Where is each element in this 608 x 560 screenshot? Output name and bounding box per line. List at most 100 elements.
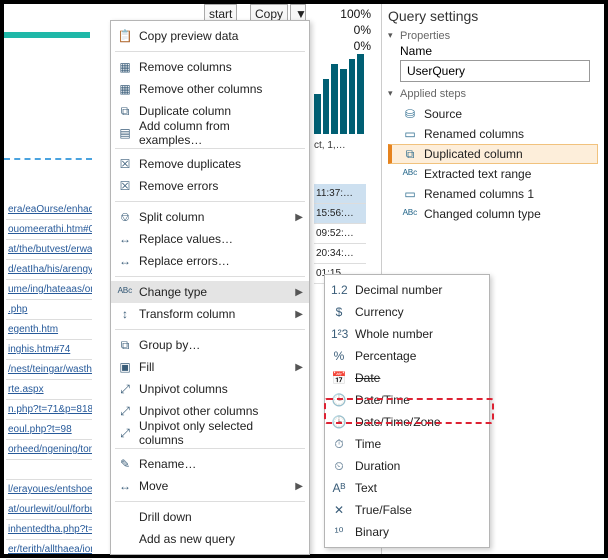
menu-label: Replace errors… bbox=[139, 254, 230, 268]
submenu-arrow-icon: ▶ bbox=[295, 212, 303, 223]
pct-0a: 0% bbox=[340, 22, 371, 38]
pct-0b: 0% bbox=[340, 38, 371, 54]
menu-label: Duplicate column bbox=[139, 104, 231, 118]
type-icon: ⏱ bbox=[331, 437, 347, 452]
type-date-time[interactable]: 🕒Date/Time bbox=[325, 389, 489, 411]
step-duplicated-column[interactable]: ⧉Duplicated column bbox=[388, 144, 598, 164]
type-label: Time bbox=[355, 437, 381, 451]
url-cell[interactable]: d/eatIha/his/arengyo… bbox=[6, 260, 92, 280]
type-true-false[interactable]: ✕True/False bbox=[325, 499, 489, 521]
type-icon: ✕ bbox=[331, 503, 347, 517]
url-cell[interactable]: l/erayoues/entshoes,… bbox=[6, 480, 92, 500]
menu-drill-down[interactable]: Drill down bbox=[111, 506, 309, 528]
menu-remove-duplicates[interactable]: ☒Remove duplicates bbox=[111, 153, 309, 175]
menu-rename-[interactable]: ✎Rename… bbox=[111, 453, 309, 475]
type-label: Date bbox=[355, 371, 380, 385]
type-percentage[interactable]: %Percentage bbox=[325, 345, 489, 367]
time-cell[interactable]: 09:52:… bbox=[314, 224, 366, 244]
time-cell[interactable]: 15:56:… bbox=[314, 204, 366, 224]
menu-transform-column[interactable]: ↕Transform column▶ bbox=[111, 303, 309, 325]
url-cell[interactable]: at/ourlewit/oul/forbut… bbox=[6, 500, 92, 520]
chart-legend: ct, 1,… bbox=[314, 140, 346, 151]
submenu-arrow-icon: ▶ bbox=[295, 362, 303, 373]
step-renamed-columns[interactable]: ▭Renamed columns bbox=[388, 124, 598, 144]
type-time[interactable]: ⏱ Time bbox=[325, 433, 489, 455]
properties-section[interactable]: Properties bbox=[388, 30, 598, 42]
type-icon: % bbox=[331, 349, 347, 363]
step-extracted-text-range[interactable]: ᴬᴮᶜExtracted text range bbox=[388, 164, 598, 184]
type-label: Date/Time bbox=[355, 393, 410, 407]
change-type-submenu: 1.2Decimal number$Currency1²3Whole numbe… bbox=[324, 274, 490, 548]
menu-label: Unpivot other columns bbox=[139, 404, 258, 418]
type-label: Decimal number bbox=[355, 283, 442, 297]
menu-add-as-new-query[interactable]: Add as new query bbox=[111, 528, 309, 550]
applied-steps-section[interactable]: Applied steps bbox=[388, 88, 598, 100]
menu-remove-columns[interactable]: ▦Remove columns bbox=[111, 56, 309, 78]
menu-remove-errors[interactable]: ☒Remove errors bbox=[111, 175, 309, 197]
type-whole-number[interactable]: 1²3Whole number bbox=[325, 323, 489, 345]
menu-icon: ⤢ bbox=[117, 382, 133, 397]
type-icon: ¹⁰ bbox=[331, 525, 347, 539]
menu-replace-errors-[interactable]: ↔Replace errors… bbox=[111, 250, 309, 272]
menu-label: Copy preview data bbox=[139, 29, 238, 43]
step-renamed-columns-[interactable]: ▭Renamed columns 1 bbox=[388, 184, 598, 204]
url-cell[interactable]: orheed/ngening/tono… bbox=[6, 440, 92, 460]
menu-icon: ▣ bbox=[117, 360, 133, 374]
type-label: Text bbox=[355, 481, 377, 495]
url-cell[interactable] bbox=[6, 460, 92, 480]
url-cell[interactable]: egenth.htm bbox=[6, 320, 92, 340]
step-label: Renamed columns 1 bbox=[424, 187, 534, 201]
url-cell[interactable]: eoul.php?t=98 bbox=[6, 420, 92, 440]
menu-icon: ↕ bbox=[117, 307, 133, 321]
step-icon: ▭ bbox=[402, 127, 418, 141]
type-text[interactable]: AᴮText bbox=[325, 477, 489, 499]
menu-label: Unpivot only selected columns bbox=[139, 419, 291, 447]
menu-remove-other-columns[interactable]: ▦Remove other columns bbox=[111, 78, 309, 100]
step-changed-column-type[interactable]: ᴬᴮᶜChanged column type bbox=[388, 204, 598, 224]
url-cell[interactable]: inhentedtha.php?t=3… bbox=[6, 520, 92, 540]
menu-label: Replace values… bbox=[139, 232, 233, 246]
menu-copy-preview-data[interactable]: 📋Copy preview data bbox=[111, 25, 309, 47]
type-duration[interactable]: ⏲Duration bbox=[325, 455, 489, 477]
menu-change-type[interactable]: ᴬᴮᶜChange type▶ bbox=[111, 281, 309, 303]
step-source[interactable]: ⛁Source bbox=[388, 104, 598, 124]
query-settings-title: Query settings bbox=[388, 8, 598, 24]
time-cell[interactable]: 20:34:… bbox=[314, 244, 366, 264]
url-cell[interactable]: /nest/teingar/wasthth… bbox=[6, 360, 92, 380]
type-label: Binary bbox=[355, 525, 389, 539]
query-name-input[interactable] bbox=[400, 60, 590, 82]
type-label: Duration bbox=[355, 459, 400, 473]
menu-fill[interactable]: ▣ Fill ▶ bbox=[111, 356, 309, 378]
menu-icon: ⤢ bbox=[117, 426, 133, 441]
menu-unpivot-only-selected-columns[interactable]: ⤢ Unpivot only selected columns bbox=[111, 422, 309, 444]
url-cell[interactable]: inghis.htm#74 bbox=[6, 340, 92, 360]
url-cell[interactable]: ouomeerathi.htm#037… bbox=[6, 220, 92, 240]
type-icon: 🕒 bbox=[331, 415, 347, 429]
menu-move[interactable]: ↔Move▶ bbox=[111, 475, 309, 497]
menu-replace-values-[interactable]: ↔ Replace values… bbox=[111, 228, 309, 250]
menu-label: Transform column bbox=[139, 307, 235, 321]
menu-split-column[interactable]: ⎊Split column▶ bbox=[111, 206, 309, 228]
menu-group-by-[interactable]: ⧉Group by… bbox=[111, 334, 309, 356]
menu-icon: ᴬᴮᶜ bbox=[117, 285, 133, 299]
menu-icon: ☒ bbox=[117, 179, 133, 193]
menu-add-column-from-examples-[interactable]: ▤Add column from examples… bbox=[111, 122, 309, 144]
url-cell[interactable]: rte.aspx bbox=[6, 380, 92, 400]
type-currency[interactable]: $Currency bbox=[325, 301, 489, 323]
url-cell[interactable]: at/the/butvest/erwayo… bbox=[6, 240, 92, 260]
time-cell[interactable]: 11:37:… bbox=[314, 184, 366, 204]
menu-unpivot-columns[interactable]: ⤢Unpivot columns bbox=[111, 378, 309, 400]
menu-label: Fill bbox=[139, 360, 154, 374]
url-cell[interactable]: .php bbox=[6, 300, 92, 320]
type-date-time-zone[interactable]: 🕒Date/Time/Zone bbox=[325, 411, 489, 433]
type-decimal-number[interactable]: 1.2Decimal number bbox=[325, 279, 489, 301]
url-cell[interactable]: era/eaOurse/enhades,… bbox=[6, 200, 92, 220]
url-cell[interactable]: er/terith/allthaea/ionyouareWa/… 1993-03… bbox=[6, 540, 92, 560]
type-date[interactable]: 📅Date bbox=[325, 367, 489, 389]
url-cell[interactable]: ume/ing/hateaas/ome… bbox=[6, 280, 92, 300]
menu-icon: ↔ bbox=[117, 232, 133, 246]
menu-label: Move bbox=[139, 479, 168, 493]
step-icon: ᴬᴮᶜ bbox=[402, 167, 418, 181]
type-binary[interactable]: ¹⁰ Binary bbox=[325, 521, 489, 543]
url-cell[interactable]: n.php?t=71&p=8180 bbox=[6, 400, 92, 420]
